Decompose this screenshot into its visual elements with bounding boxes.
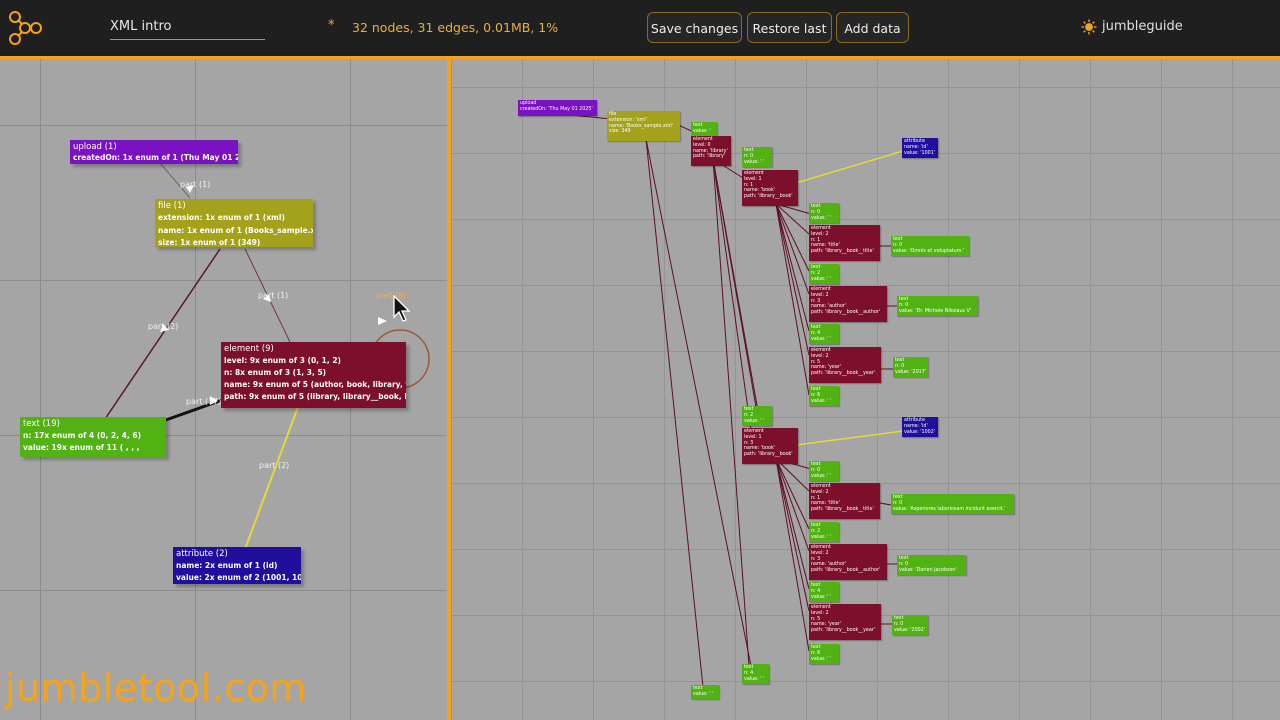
node-row: size: 1x enum of 1 (349) xyxy=(158,238,261,247)
node-row: value: 2x enum of 2 (1001, 1002) xyxy=(176,573,301,582)
graph-node-attribute[interactable]: attribute name: 'id' value: '1002' xyxy=(902,417,938,437)
graph-canvas[interactable]: upload createdOn: 'Thu May 01 2025' file e… xyxy=(451,59,1280,720)
graph-node-text[interactable]: text n: 4 value: ' ' xyxy=(809,582,839,602)
graph-node-file[interactable]: file extension: 'xml' name: 'Books_sample.… xyxy=(607,111,680,141)
edge-label: part (17) xyxy=(186,397,222,406)
edge-file-text xyxy=(104,248,221,420)
graph-node-text[interactable]: text n: 6 value: ' ' xyxy=(809,644,839,664)
node-row: name: 2x enum of 1 (id) xyxy=(176,561,278,570)
graph-node-element[interactable]: element level: 1 n: 1 name: 'book' path: 'li… xyxy=(742,170,798,206)
edge-element-attribute xyxy=(244,406,299,550)
node-title: element (9) xyxy=(224,344,274,354)
schema-node-attribute[interactable]: attribute (2) name: 2x enum of 1 (id) va… xyxy=(173,547,301,584)
graph-node-text[interactable]: text n: 0 value: ' ' xyxy=(809,203,839,223)
schema-canvas[interactable]: part (1) part (1) part (2) part (8) part… xyxy=(0,59,447,720)
node-row: n: 8x enum of 3 (1, 3, 5) xyxy=(224,368,327,377)
node-row: n: 17x enum of 4 (0, 2, 4, 6) xyxy=(23,431,141,440)
graph-node-element[interactable]: element level: 2 n: 3 name: 'author' path: '… xyxy=(809,286,887,322)
edge-label: part (1) xyxy=(258,291,289,300)
graph-node-attribute[interactable]: attribute name: 'id' value: '1001' xyxy=(902,138,938,158)
node-row: extension: 1x enum of 1 (xml) xyxy=(158,213,285,222)
node-title: attribute (2) xyxy=(176,549,228,559)
node-row: createdOn: 1x enum of 1 (Thu May 01 2025… xyxy=(73,153,238,162)
edge-label: part (2) xyxy=(259,461,290,470)
node-title: file (1) xyxy=(158,201,186,211)
save-changes-button[interactable]: Save changes xyxy=(647,12,742,43)
node-title: text (19) xyxy=(23,419,60,429)
graph-node-text[interactable]: text n: 4 value: ' ' xyxy=(742,664,769,684)
graph-node-text[interactable]: text value: ' xyxy=(691,122,717,136)
top-bar: XML intro * 32 nodes, 31 edges, 0.01MB, … xyxy=(0,0,1280,56)
node-title: upload (1) xyxy=(73,142,117,152)
graph-node-element[interactable]: element level: 2 n: 1 name: 'title' path: 'l… xyxy=(809,225,880,261)
node-row: level: 9x enum of 3 (0, 1, 2) xyxy=(224,356,341,365)
graph-node-element[interactable]: element level: 2 n: 1 name: 'title' path: 'l… xyxy=(809,483,880,519)
graph-node-text[interactable]: text n: 6 value: ' ' xyxy=(809,386,839,406)
unsaved-indicator: * xyxy=(328,18,335,33)
document-title-input[interactable]: XML intro xyxy=(110,13,265,40)
schema-node-element[interactable]: element (9) level: 9x enum of 3 (0, 1, 2… xyxy=(221,342,406,408)
node-row: path: 9x enum of 5 (library, library__bo… xyxy=(224,392,406,401)
sun-icon xyxy=(1081,19,1097,35)
schema-node-text[interactable]: text (19) n: 17x enum of 4 (0, 2, 4, 6) … xyxy=(20,417,166,457)
graph-node-element[interactable]: element level: 0 name: 'library' path: 'lib… xyxy=(691,136,731,166)
graph-node-text[interactable]: text n: 0 value: 'Omnis et voluptatum.' xyxy=(891,236,969,256)
graph-node-text[interactable]: text n: 0 value: '2002' xyxy=(892,615,928,635)
watermark: jumbletool.com xyxy=(5,666,307,710)
graph-node-text[interactable]: text n: 0 value: 'Darien Jacobson' xyxy=(897,555,966,575)
graph-node-text[interactable]: text value: ' ' xyxy=(691,685,719,699)
graph-node-text[interactable]: text n: 0 value: ' ' xyxy=(809,461,839,481)
schema-node-file[interactable]: file (1) extension: 1x enum of 1 (xml) n… xyxy=(155,199,313,247)
schema-node-upload[interactable]: upload (1) createdOn: 1x enum of 1 (Thu … xyxy=(70,140,238,164)
edge-label: part (1) xyxy=(180,180,211,189)
arrow-self xyxy=(378,317,387,325)
mouse-cursor-icon xyxy=(393,295,411,322)
graph-node-text[interactable]: text n: 0 value: 'Dr. Michele Nikolaus V' xyxy=(897,296,978,316)
graph-node-element[interactable]: element level: 2 n: 5 name: 'year' path: 'li… xyxy=(809,604,881,640)
graph-node-element[interactable]: element level: 2 n: 5 name: 'year' path: 'li… xyxy=(809,347,881,383)
graph-node-text[interactable]: text n: 0 value: 'Asperiores laboriosam in… xyxy=(891,494,1014,514)
node-row: name: 9x enum of 5 (author, book, librar… xyxy=(224,380,406,389)
graph-node-upload[interactable]: upload createdOn: 'Thu May 01 2025' xyxy=(518,100,597,116)
graph-node-text[interactable]: text n: 2 value: ' ' xyxy=(809,522,839,542)
graph-node-text[interactable]: text n: 0 value: '2017' xyxy=(893,357,928,377)
add-data-button[interactable]: Add data xyxy=(836,12,909,43)
graph-node-text[interactable]: text n: 2 value: ' ' xyxy=(742,406,772,426)
graph-node-element[interactable]: element level: 2 n: 3 name: 'author' path: '… xyxy=(809,544,887,580)
edge-label: part (2) xyxy=(148,322,179,331)
graph-stats: 32 nodes, 31 edges, 0.01MB, 1% xyxy=(352,20,559,35)
graph-node-text[interactable]: text n: 4 value: ' ' xyxy=(809,324,839,344)
restore-last-button[interactable]: Restore last xyxy=(747,12,832,43)
jumbletool-logo-icon[interactable] xyxy=(5,9,43,47)
brand-label: jumbleguide xyxy=(1102,19,1183,34)
node-row: value: 19x enum of 11 ( , , , xyxy=(23,443,140,452)
node-row: name: 1x enum of 1 (Books_sample.xml) xyxy=(158,225,313,235)
graph-node-element[interactable]: element level: 1 n: 3 name: 'book' path: 'li… xyxy=(742,428,798,464)
graph-node-text[interactable]: text n: 0 value: ' ' xyxy=(742,147,772,167)
graph-node-text[interactable]: text n: 2 value: ' ' xyxy=(809,264,839,284)
